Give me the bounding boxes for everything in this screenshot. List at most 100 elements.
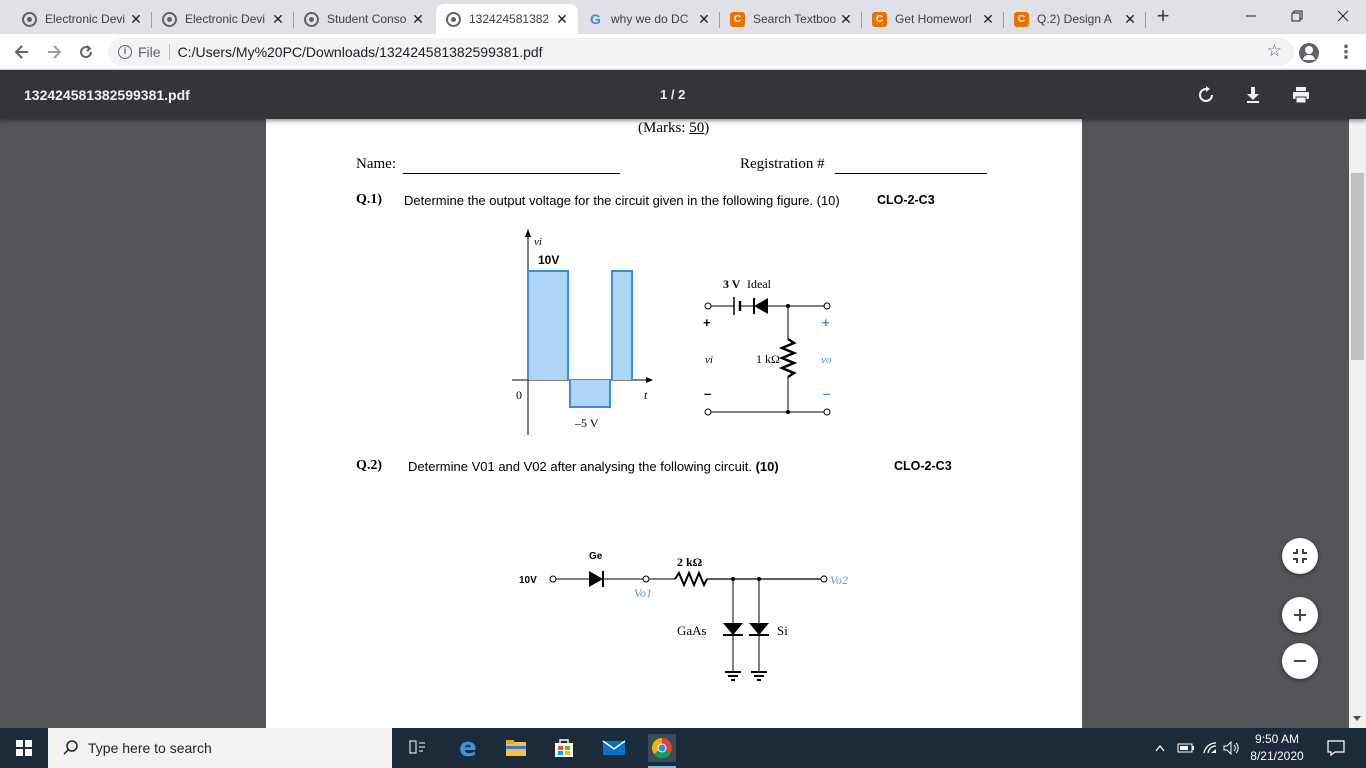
back-button[interactable]: [10, 40, 34, 64]
minus-icon: [1294, 660, 1306, 662]
browser-tab[interactable]: Electronic Devi ✕: [152, 4, 294, 34]
tab-label: Search Textboo: [753, 12, 837, 26]
close-icon[interactable]: ✕: [1122, 11, 1138, 28]
browser-tab[interactable]: Student Conso ✕: [294, 4, 434, 34]
store-icon: [555, 739, 573, 757]
search-icon: [63, 740, 78, 755]
chrome-taskbar-icon[interactable]: [648, 734, 676, 762]
clock-date: 8/21/2020: [1250, 749, 1304, 763]
browser-tab[interactable]: Electronic Devi ✕: [12, 4, 152, 34]
address-bar[interactable]: i File C:/Users/My%20PC/Downloads/132424…: [108, 38, 1294, 66]
reload-button[interactable]: [74, 40, 98, 64]
divider: [168, 44, 170, 60]
scroll-down-icon[interactable]: [1353, 716, 1361, 721]
marks-value: 50: [689, 120, 705, 136]
close-icon: [1337, 10, 1349, 22]
print-button[interactable]: [1290, 84, 1312, 106]
q1-figure: vi 10V 0 t –5 V 3 V Ideal + + vi 1 kΩ vo…: [512, 229, 832, 435]
tab-label: why we do DC: [611, 12, 689, 26]
close-icon[interactable]: ✕: [128, 11, 144, 28]
input-terminal-bottom: [704, 408, 712, 416]
q1-number: Q.1): [356, 192, 383, 207]
close-window-button[interactable]: [1320, 0, 1366, 32]
globe-icon: [304, 11, 319, 27]
name-label: Name:: [356, 156, 396, 172]
volume-control[interactable]: [1222, 734, 1242, 762]
info-icon[interactable]: i: [118, 45, 132, 59]
peak-label: 10V: [538, 253, 559, 267]
fit-page-icon: [1293, 549, 1307, 563]
minus-sign: –: [704, 386, 711, 401]
browser-tab[interactable]: C Get Homeworl ✕: [862, 4, 1004, 34]
tab-label: Q.2) Design A: [1037, 12, 1112, 26]
pdf-filename: 132424581382599381.pdf: [24, 87, 190, 103]
close-icon[interactable]: ✕: [838, 11, 854, 28]
action-center-button[interactable]: [1322, 734, 1350, 762]
diode-triangle: [754, 298, 768, 314]
search-placeholder: Type here to search: [88, 740, 212, 756]
scheme-label: File: [138, 44, 161, 60]
mail-icon: [602, 740, 626, 755]
store-taskbar-icon[interactable]: [550, 734, 578, 762]
vertical-scrollbar[interactable]: [1349, 70, 1366, 728]
profile-avatar-icon[interactable]: [1299, 43, 1319, 63]
rotate-button[interactable]: [1195, 84, 1217, 106]
file-explorer-taskbar-icon[interactable]: [502, 734, 530, 762]
zoom-in-button[interactable]: [1282, 597, 1318, 633]
taskbar-search-box[interactable]: Type here to search: [48, 728, 392, 768]
close-icon[interactable]: ✕: [270, 11, 286, 28]
close-icon[interactable]: ✕: [410, 11, 426, 28]
wifi-status[interactable]: [1200, 734, 1220, 762]
vo1-node: [642, 575, 650, 583]
new-tab-button[interactable]: +: [1151, 5, 1175, 29]
start-button[interactable]: [0, 728, 48, 768]
si-diode-triangle: [749, 623, 769, 635]
globe-icon: [22, 11, 37, 27]
plus-sign: +: [703, 315, 711, 330]
download-button[interactable]: [1242, 84, 1264, 106]
vo2-label: Vo2: [830, 573, 848, 587]
browser-tab[interactable]: C Search Textboo ✕: [720, 4, 862, 34]
show-hidden-icons-button[interactable]: [1152, 734, 1168, 762]
positive-pulse-1: [527, 270, 569, 380]
browser-tab-active[interactable]: 132424581382 ✕: [436, 4, 578, 34]
system-clock[interactable]: 9:50 AM 8/21/2020: [1240, 731, 1314, 765]
chrome-icon: [652, 738, 672, 759]
marks-line: (Marks: 50): [638, 120, 709, 137]
mail-taskbar-icon[interactable]: [600, 734, 628, 762]
task-view-button[interactable]: [403, 734, 431, 762]
resistor-zigzag: [674, 570, 708, 588]
fit-to-page-button[interactable]: [1282, 538, 1318, 574]
task-view-icon: [409, 740, 425, 754]
neg-label: –5 V: [574, 416, 599, 430]
restore-button[interactable]: [1274, 0, 1320, 32]
t-label: t: [644, 388, 648, 402]
close-icon[interactable]: ✕: [696, 11, 712, 28]
close-icon[interactable]: ✕: [554, 11, 570, 28]
edge-taskbar-icon[interactable]: e: [454, 734, 482, 762]
zoom-out-button[interactable]: [1282, 643, 1318, 679]
marks-suffix: ): [704, 120, 710, 136]
close-icon[interactable]: ✕: [980, 11, 996, 28]
printer-icon: [1293, 87, 1309, 104]
minimize-button[interactable]: [1228, 0, 1274, 32]
arrow-left-icon: [14, 45, 28, 59]
q2-marks: (10): [755, 459, 779, 474]
pdf-viewport[interactable]: (Marks: 50) Name: Registration # Q.1) De…: [0, 119, 1349, 728]
menu-kebab-icon[interactable]: ⋮: [1336, 42, 1356, 64]
q2-clo: CLO-2-C3: [894, 459, 952, 473]
gaas-diode-triangle: [723, 623, 743, 635]
scrollbar-thumb[interactable]: [1351, 173, 1364, 360]
tab-separator: [1145, 12, 1146, 28]
battery-status[interactable]: [1176, 734, 1196, 762]
resistor-label: 1 kΩ: [756, 352, 780, 366]
plus-icon: [1294, 609, 1306, 621]
page-indicator[interactable]: 1 / 2: [660, 87, 685, 102]
browser-tab[interactable]: G why we do DC ✕: [578, 4, 720, 34]
arrow-right-icon: [48, 45, 62, 59]
browser-tab[interactable]: C Q.2) Design A ✕: [1004, 4, 1146, 34]
bookmark-star-icon[interactable]: ☆: [1267, 41, 1282, 61]
q1-clo: CLO-2-C3: [877, 193, 935, 207]
restore-icon: [1291, 10, 1303, 22]
forward-button[interactable]: [42, 40, 66, 64]
